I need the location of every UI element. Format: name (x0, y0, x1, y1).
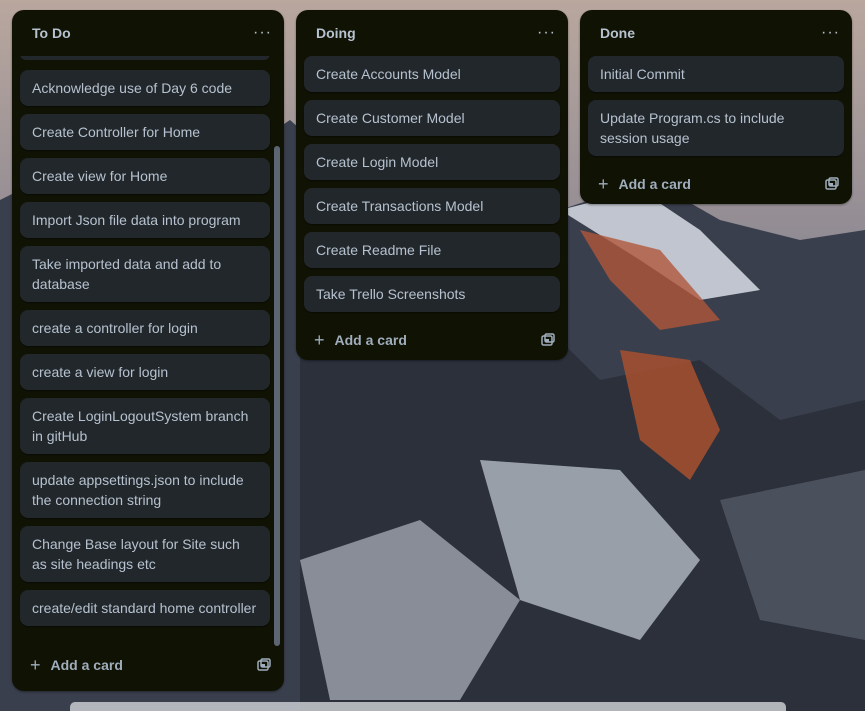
scroll-thumb[interactable] (274, 146, 280, 646)
list-header: Doing ··· (296, 10, 568, 56)
card[interactable]: create/edit standard home controller (20, 590, 270, 626)
card[interactable]: Create Login Model (304, 144, 560, 180)
card[interactable]: Create Accounts Model (304, 56, 560, 92)
list-title[interactable]: To Do (32, 25, 71, 41)
list-done: Done ··· Initial Commit Update Program.c… (580, 10, 852, 204)
card[interactable]: Create Customer Model (304, 100, 560, 136)
list-todo: To Do ··· Acknowledge use of Day 6 code … (12, 10, 284, 691)
add-card-button[interactable]: + Add a card (314, 331, 407, 349)
card[interactable]: create a controller for login (20, 310, 270, 346)
plus-icon: + (314, 330, 325, 350)
card[interactable]: Initial Commit (588, 56, 844, 92)
plus-icon: + (598, 174, 609, 194)
list-footer: + Add a card (296, 320, 568, 360)
card[interactable]: Create LoginLogoutSystem branch in gitHu… (20, 398, 270, 454)
more-options-icon[interactable]: ··· (253, 25, 272, 41)
list-header: Done ··· (580, 10, 852, 56)
card-template-icon[interactable] (824, 176, 840, 192)
card-template-icon[interactable] (540, 332, 556, 348)
list-title[interactable]: Doing (316, 25, 356, 41)
list-doing: Doing ··· Create Accounts Model Create C… (296, 10, 568, 360)
add-card-label: Add a card (50, 657, 123, 673)
card[interactable]: create a view for login (20, 354, 270, 390)
card[interactable]: Create Controller for Home (20, 114, 270, 150)
add-card-label: Add a card (618, 176, 691, 192)
list-footer: + Add a card (12, 645, 284, 685)
card-list: Create Accounts Model Create Customer Mo… (296, 56, 568, 312)
more-options-icon[interactable]: ··· (537, 25, 556, 41)
plus-icon: + (30, 655, 41, 675)
card[interactable]: Acknowledge use of Day 6 code (20, 70, 270, 106)
card[interactable]: Create view for Home (20, 158, 270, 194)
board-horizontal-scrollbar[interactable] (70, 702, 786, 711)
card-template-icon[interactable] (256, 657, 272, 673)
card[interactable]: Change Base layout for Site such as site… (20, 526, 270, 582)
card-list: Initial Commit Update Program.cs to incl… (580, 56, 852, 156)
list-title[interactable]: Done (600, 25, 635, 41)
add-card-button[interactable]: + Add a card (598, 175, 691, 193)
add-card-label: Add a card (334, 332, 407, 348)
list-header: To Do ··· (12, 10, 284, 56)
card[interactable]: Take imported data and add to database (20, 246, 270, 302)
card[interactable]: Take Trello Screenshots (304, 276, 560, 312)
card[interactable]: Create Readme File (304, 232, 560, 268)
more-options-icon[interactable]: ··· (821, 25, 840, 41)
card[interactable]: Create Transactions Model (304, 188, 560, 224)
card[interactable]: Update Program.cs to include session usa… (588, 100, 844, 156)
card[interactable]: update appsettings.json to include the c… (20, 462, 270, 518)
add-card-button[interactable]: + Add a card (30, 656, 123, 674)
list-scrollbar[interactable] (274, 66, 280, 650)
list-footer: + Add a card (580, 164, 852, 204)
card-list: Acknowledge use of Day 6 code Create Con… (12, 56, 284, 646)
card[interactable]: Import Json file data into program (20, 202, 270, 238)
partially-hidden-card[interactable] (20, 56, 270, 60)
